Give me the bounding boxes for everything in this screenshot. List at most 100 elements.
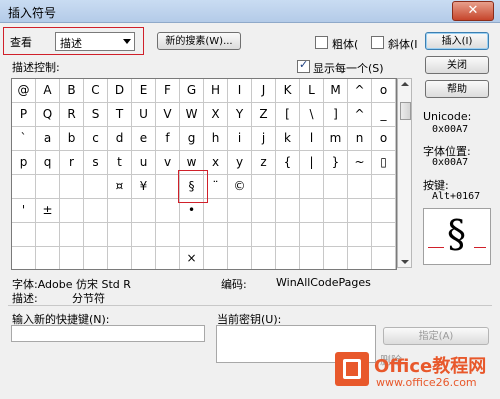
symbol-cell[interactable]: [372, 247, 396, 269]
symbol-cell[interactable]: [84, 199, 108, 223]
symbol-cell[interactable]: j: [252, 127, 276, 151]
symbol-cell[interactable]: ±: [36, 199, 60, 223]
symbol-cell[interactable]: r: [60, 151, 84, 175]
symbol-cell[interactable]: [84, 223, 108, 247]
symbol-cell[interactable]: ^: [348, 103, 372, 127]
symbol-cell[interactable]: W: [180, 103, 204, 127]
symbol-cell[interactable]: ©: [228, 175, 252, 199]
symbol-cell[interactable]: [156, 175, 180, 199]
symbol-cell[interactable]: s: [84, 151, 108, 175]
window-close-button[interactable]: ✕: [452, 1, 494, 21]
symbol-cell[interactable]: k: [276, 127, 300, 151]
symbol-cell[interactable]: n: [348, 127, 372, 151]
symbol-cell[interactable]: [12, 223, 36, 247]
symbol-cell[interactable]: |: [300, 151, 324, 175]
symbol-cell[interactable]: [300, 175, 324, 199]
grid-scrollbar[interactable]: [397, 78, 412, 268]
symbol-cell[interactable]: [324, 175, 348, 199]
symbol-cell[interactable]: [108, 223, 132, 247]
symbol-cell[interactable]: [348, 175, 372, 199]
symbol-cell[interactable]: H: [204, 79, 228, 103]
symbol-cell[interactable]: [84, 247, 108, 269]
symbol-cell[interactable]: ~: [348, 151, 372, 175]
symbol-cell[interactable]: [36, 223, 60, 247]
symbol-cell[interactable]: X: [204, 103, 228, 127]
symbol-cell[interactable]: [276, 247, 300, 269]
symbol-cell[interactable]: [348, 223, 372, 247]
symbol-cell[interactable]: ¥: [132, 175, 156, 199]
symbol-cell[interactable]: z: [252, 151, 276, 175]
symbol-cell[interactable]: [252, 199, 276, 223]
symbol-cell[interactable]: [252, 247, 276, 269]
symbol-cell[interactable]: L: [300, 79, 324, 103]
insert-button[interactable]: 插入(I): [425, 32, 489, 50]
symbol-cell[interactable]: [156, 223, 180, 247]
symbol-cell[interactable]: [348, 199, 372, 223]
italic-checkbox[interactable]: [371, 36, 384, 49]
symbol-cell[interactable]: ^: [348, 79, 372, 103]
symbol-cell[interactable]: K: [276, 79, 300, 103]
close-button[interactable]: 关闭: [425, 56, 489, 74]
symbol-cell[interactable]: [324, 247, 348, 269]
symbol-cell[interactable]: T: [108, 103, 132, 127]
symbol-cell[interactable]: [372, 175, 396, 199]
symbol-cell[interactable]: [12, 175, 36, 199]
symbol-cell[interactable]: G: [180, 79, 204, 103]
symbol-cell[interactable]: [108, 247, 132, 269]
symbol-cell[interactable]: ': [12, 199, 36, 223]
symbol-cell[interactable]: Z: [252, 103, 276, 127]
symbol-cell[interactable]: [180, 223, 204, 247]
symbol-cell[interactable]: [252, 175, 276, 199]
symbol-cell[interactable]: [60, 223, 84, 247]
symbol-cell[interactable]: B: [60, 79, 84, 103]
symbol-cell[interactable]: \: [300, 103, 324, 127]
symbol-cell[interactable]: I: [228, 79, 252, 103]
symbol-cell[interactable]: q: [36, 151, 60, 175]
symbol-cell[interactable]: h: [204, 127, 228, 151]
symbol-cell[interactable]: o: [372, 79, 396, 103]
symbol-cell[interactable]: [204, 223, 228, 247]
symbol-cell[interactable]: [300, 247, 324, 269]
symbol-cell[interactable]: [84, 175, 108, 199]
symbol-cell[interactable]: [300, 223, 324, 247]
symbol-cell[interactable]: C: [84, 79, 108, 103]
symbol-cell[interactable]: [228, 223, 252, 247]
symbol-cell[interactable]: D: [108, 79, 132, 103]
symbol-cell[interactable]: t: [108, 151, 132, 175]
symbol-cell[interactable]: e: [132, 127, 156, 151]
symbol-cell[interactable]: d: [108, 127, 132, 151]
symbol-cell[interactable]: [324, 223, 348, 247]
symbol-cell[interactable]: [276, 223, 300, 247]
help-button[interactable]: 帮助: [425, 80, 489, 98]
symbol-cell[interactable]: Q: [36, 103, 60, 127]
symbol-cell[interactable]: [372, 199, 396, 223]
symbol-cell[interactable]: `: [12, 127, 36, 151]
symbol-cell[interactable]: u: [132, 151, 156, 175]
show-each-checkbox[interactable]: [297, 58, 310, 73]
symbol-cell[interactable]: [60, 199, 84, 223]
symbol-cell[interactable]: ]: [324, 103, 348, 127]
bold-checkbox[interactable]: [315, 36, 328, 49]
symbol-cell[interactable]: A: [36, 79, 60, 103]
symbol-cell[interactable]: V: [156, 103, 180, 127]
symbol-cell[interactable]: ▯: [372, 151, 396, 175]
symbol-cell[interactable]: ×: [180, 247, 204, 269]
symbol-cell[interactable]: v: [156, 151, 180, 175]
symbol-cell[interactable]: [324, 199, 348, 223]
view-select[interactable]: 描述: [55, 32, 135, 51]
new-search-button[interactable]: 新的搜素(W)...: [157, 32, 241, 50]
symbol-cell[interactable]: [228, 199, 252, 223]
symbol-cell[interactable]: [12, 247, 36, 269]
symbol-cell[interactable]: [60, 247, 84, 269]
symbol-cell[interactable]: @: [12, 79, 36, 103]
symbol-cell[interactable]: [228, 247, 252, 269]
symbol-cell[interactable]: b: [60, 127, 84, 151]
symbol-cell[interactable]: [36, 247, 60, 269]
symbol-cell[interactable]: _: [372, 103, 396, 127]
symbol-cell[interactable]: [156, 247, 180, 269]
symbol-cell[interactable]: }: [324, 151, 348, 175]
symbol-cell[interactable]: [108, 199, 132, 223]
symbol-cell[interactable]: Y: [228, 103, 252, 127]
symbol-cell[interactable]: F: [156, 79, 180, 103]
symbol-cell[interactable]: {: [276, 151, 300, 175]
